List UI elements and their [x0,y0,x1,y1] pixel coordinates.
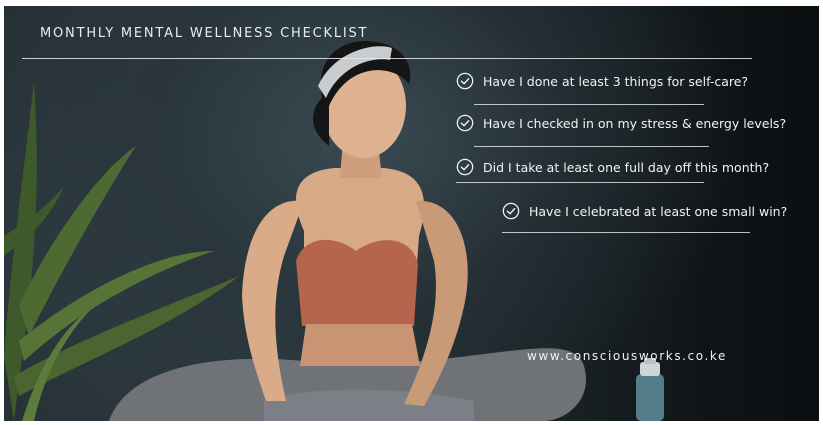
page-title: MONTHLY MENTAL WELLNESS CHECKLIST [40,26,369,41]
website-url: www.consciousworks.co.ke [527,349,728,363]
checklist-item-text: Have I done at least 3 things for self-c… [483,73,749,89]
check-circle-icon [502,202,520,220]
checklist-item: Have I celebrated at least one small win… [502,202,787,220]
check-circle-icon [456,158,474,176]
checklist-item: Have I checked in on my stress & energy … [456,114,786,132]
item-divider [474,146,709,147]
wellness-banner: MONTHLY MENTAL WELLNESS CHECKLIST Have I… [4,6,819,421]
checklist-item: Did I take at least one full day off thi… [456,158,769,176]
item-divider [456,182,704,183]
title-divider [22,58,752,59]
checklist-item-text: Did I take at least one full day off thi… [483,159,770,175]
water-bottle-illustration [636,358,664,421]
checklist-item-text: Have I celebrated at least one small win… [529,203,788,219]
check-circle-icon [456,114,474,132]
check-circle-icon [456,72,474,90]
checklist-item: Have I done at least 3 things for self-c… [456,72,748,90]
item-divider [502,232,750,233]
item-divider [474,104,704,105]
woman-illustration [109,40,586,421]
checklist-item-text: Have I checked in on my stress & energy … [483,115,787,131]
